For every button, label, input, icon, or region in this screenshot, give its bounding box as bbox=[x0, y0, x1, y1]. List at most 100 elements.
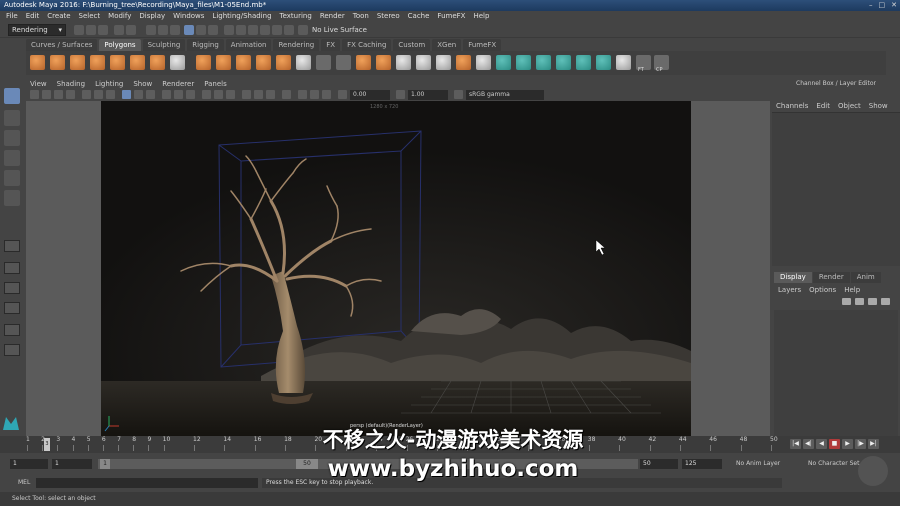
persp-graph-layout-icon[interactable] bbox=[4, 302, 20, 314]
bookmark-icon[interactable] bbox=[54, 90, 63, 99]
multi-cut-icon[interactable] bbox=[316, 55, 331, 70]
play-forward-button[interactable]: ▶ bbox=[842, 439, 853, 449]
poly-cube-icon[interactable] bbox=[50, 55, 65, 70]
channel-menu-edit[interactable]: Edit bbox=[816, 102, 830, 110]
bevel-icon[interactable] bbox=[356, 55, 371, 70]
film-gate-icon[interactable] bbox=[94, 90, 103, 99]
exposure-field[interactable]: 0.00 bbox=[350, 90, 390, 100]
channel-menu-show[interactable]: Show bbox=[869, 102, 888, 110]
paint-select-icon[interactable] bbox=[4, 130, 20, 146]
animation-end-field[interactable]: 125 bbox=[682, 459, 722, 469]
step-back-key-button[interactable]: ◀| bbox=[803, 439, 814, 449]
shelf-tab-fumefx[interactable]: FumeFX bbox=[463, 39, 502, 51]
single-perspective-layout-icon[interactable] bbox=[4, 240, 20, 252]
select-curves-icon[interactable] bbox=[208, 25, 218, 35]
anim-layer-dropdown[interactable]: No Anim Layer bbox=[736, 459, 780, 469]
poly-sphere-icon[interactable] bbox=[30, 55, 45, 70]
select-deformations-icon[interactable] bbox=[236, 25, 246, 35]
extrude-icon[interactable] bbox=[296, 55, 311, 70]
panel-menu-view[interactable]: View bbox=[30, 79, 47, 89]
anti-aliasing-icon[interactable] bbox=[266, 90, 275, 99]
menu-render[interactable]: Render bbox=[320, 11, 345, 22]
mel-command-input[interactable] bbox=[36, 478, 258, 488]
panel-menu-shading[interactable]: Shading bbox=[57, 79, 85, 89]
select-joints-icon[interactable] bbox=[196, 25, 206, 35]
exposure-icon[interactable] bbox=[338, 90, 347, 99]
current-frame-marker[interactable]: 3 bbox=[44, 438, 50, 451]
target-weld-icon[interactable] bbox=[336, 55, 351, 70]
mirror-icon[interactable] bbox=[276, 55, 291, 70]
shelf-tab-fx[interactable]: FX bbox=[321, 39, 341, 51]
menu-stereo[interactable]: Stereo bbox=[377, 11, 400, 22]
rotate-tool-icon[interactable] bbox=[4, 170, 20, 186]
menu-fumefx[interactable]: FumeFX bbox=[437, 11, 465, 22]
xray-icon[interactable] bbox=[298, 90, 307, 99]
go-to-start-button[interactable]: |◀ bbox=[790, 439, 801, 449]
planar-map-icon[interactable] bbox=[496, 55, 511, 70]
platonic-solid-icon[interactable] bbox=[170, 55, 185, 70]
fill-hole-icon[interactable] bbox=[396, 55, 411, 70]
step-forward-key-button[interactable]: |▶ bbox=[855, 439, 866, 449]
go-to-end-button[interactable]: ▶| bbox=[868, 439, 879, 449]
shelf-tab-sculpting[interactable]: Sculpting bbox=[142, 39, 186, 51]
character-set-dropdown[interactable]: No Character Set bbox=[808, 459, 859, 469]
menu-texturing[interactable]: Texturing bbox=[280, 11, 312, 22]
new-layer-from-selected-icon[interactable] bbox=[881, 298, 890, 305]
shelf-tab-animation[interactable]: Animation bbox=[225, 39, 272, 51]
use-all-lights-icon[interactable] bbox=[214, 90, 223, 99]
outliner-layout-icon[interactable] bbox=[4, 344, 20, 356]
select-tool-icon[interactable] bbox=[4, 88, 20, 104]
animation-start-field[interactable]: 1 bbox=[10, 459, 48, 469]
redo-icon[interactable] bbox=[126, 25, 136, 35]
menu-modify[interactable]: Modify bbox=[108, 11, 131, 22]
open-scene-icon[interactable] bbox=[86, 25, 96, 35]
shelf-tab-custom[interactable]: Custom bbox=[393, 39, 431, 51]
move-layer-up-icon[interactable] bbox=[842, 298, 851, 305]
isolate-select-icon[interactable] bbox=[282, 90, 291, 99]
menu-cache[interactable]: Cache bbox=[408, 11, 430, 22]
playback-end-field[interactable]: 50 bbox=[640, 459, 678, 469]
four-view-layout-icon[interactable] bbox=[4, 262, 20, 274]
bridge-icon[interactable] bbox=[376, 55, 391, 70]
select-component-icon[interactable] bbox=[170, 25, 180, 35]
cylindrical-map-icon[interactable] bbox=[516, 55, 531, 70]
wireframe-icon[interactable] bbox=[162, 90, 171, 99]
undo-icon[interactable] bbox=[114, 25, 124, 35]
select-surfaces-icon[interactable] bbox=[224, 25, 234, 35]
xray-components-icon[interactable] bbox=[322, 90, 331, 99]
channel-menu-channels[interactable]: Channels bbox=[776, 102, 808, 110]
poly-disc-icon[interactable] bbox=[150, 55, 165, 70]
panel-menu-renderer[interactable]: Renderer bbox=[162, 79, 194, 89]
smooth-icon[interactable] bbox=[236, 55, 251, 70]
tab-anim[interactable]: Anim bbox=[850, 272, 881, 283]
field-chart-icon[interactable] bbox=[134, 90, 143, 99]
color-management-icon[interactable] bbox=[454, 90, 463, 99]
snap-view-plane-icon[interactable] bbox=[284, 25, 294, 35]
menu-create[interactable]: Create bbox=[47, 11, 70, 22]
menu-set-dropdown[interactable]: Rendering ▾ bbox=[8, 24, 66, 36]
maximize-button[interactable]: □ bbox=[879, 1, 886, 10]
wireframe-on-shaded-icon[interactable] bbox=[186, 90, 195, 99]
step-back-frame-button[interactable]: ◀ bbox=[816, 439, 827, 449]
automatic-map-icon[interactable] bbox=[556, 55, 571, 70]
gate-mask-icon[interactable] bbox=[122, 90, 131, 99]
minimize-button[interactable]: – bbox=[869, 1, 873, 10]
shelf-tab-polygons[interactable]: Polygons bbox=[99, 39, 141, 51]
select-by-type-icon[interactable] bbox=[184, 25, 194, 35]
smooth-shade-icon[interactable] bbox=[174, 90, 183, 99]
shadows-icon[interactable] bbox=[226, 90, 235, 99]
poly-plane-icon[interactable] bbox=[130, 55, 145, 70]
menu-toon[interactable]: Toon bbox=[353, 11, 369, 22]
channel-menu-object[interactable]: Object bbox=[838, 102, 861, 110]
select-hierarchy-icon[interactable] bbox=[146, 25, 156, 35]
menu-display[interactable]: Display bbox=[139, 11, 165, 22]
poly-cylinder-icon[interactable] bbox=[70, 55, 85, 70]
layer-menu-options[interactable]: Options bbox=[809, 286, 836, 294]
cut-uv-icon[interactable] bbox=[576, 55, 591, 70]
separate-icon[interactable] bbox=[216, 55, 231, 70]
move-layer-down-icon[interactable] bbox=[855, 298, 864, 305]
shelf-tab-curves-surfaces[interactable]: Curves / Surfaces bbox=[26, 39, 98, 51]
resolution-gate-icon[interactable] bbox=[106, 90, 115, 99]
poly-cone-icon[interactable] bbox=[90, 55, 105, 70]
xray-joints-icon[interactable] bbox=[310, 90, 319, 99]
